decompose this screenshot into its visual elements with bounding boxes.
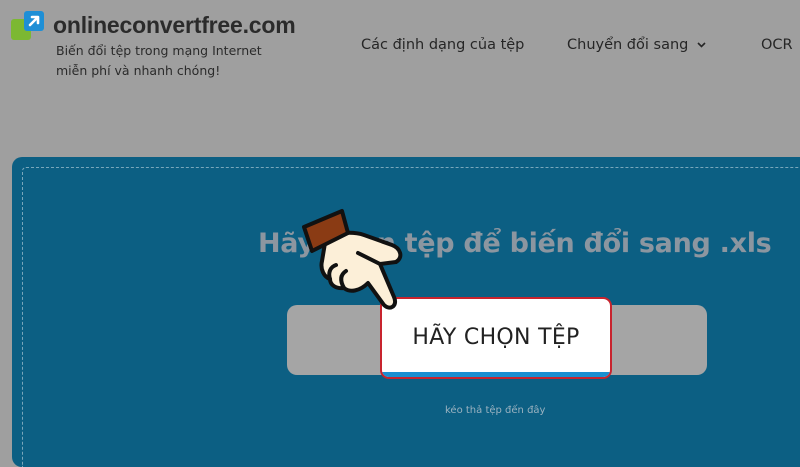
site-name[interactable]: onlineconvertfree.com [53, 12, 296, 39]
drag-drop-hint: kéo thả tệp đến đây [445, 405, 546, 416]
choose-file-button-strip [382, 372, 610, 377]
nav-convert-to-label: Chuyển đổi sang [567, 37, 689, 53]
nav-ocr[interactable]: OCR [761, 37, 793, 53]
nav-file-formats-label: Các định dạng của tệp [361, 37, 525, 53]
logo-icon[interactable] [10, 10, 48, 42]
site-header: onlineconvertfree.com Biến đổi tệp trong… [0, 0, 800, 100]
nav-ocr-label: OCR [761, 37, 793, 53]
nav-convert-to[interactable]: Chuyển đổi sang [567, 37, 706, 53]
chevron-down-icon [697, 36, 706, 52]
pointing-hand-icon [296, 205, 426, 330]
nav-file-formats[interactable]: Các định dạng của tệp [361, 37, 524, 53]
site-tagline: Biến đổi tệp trong mạng Internet miễn ph… [56, 43, 262, 78]
